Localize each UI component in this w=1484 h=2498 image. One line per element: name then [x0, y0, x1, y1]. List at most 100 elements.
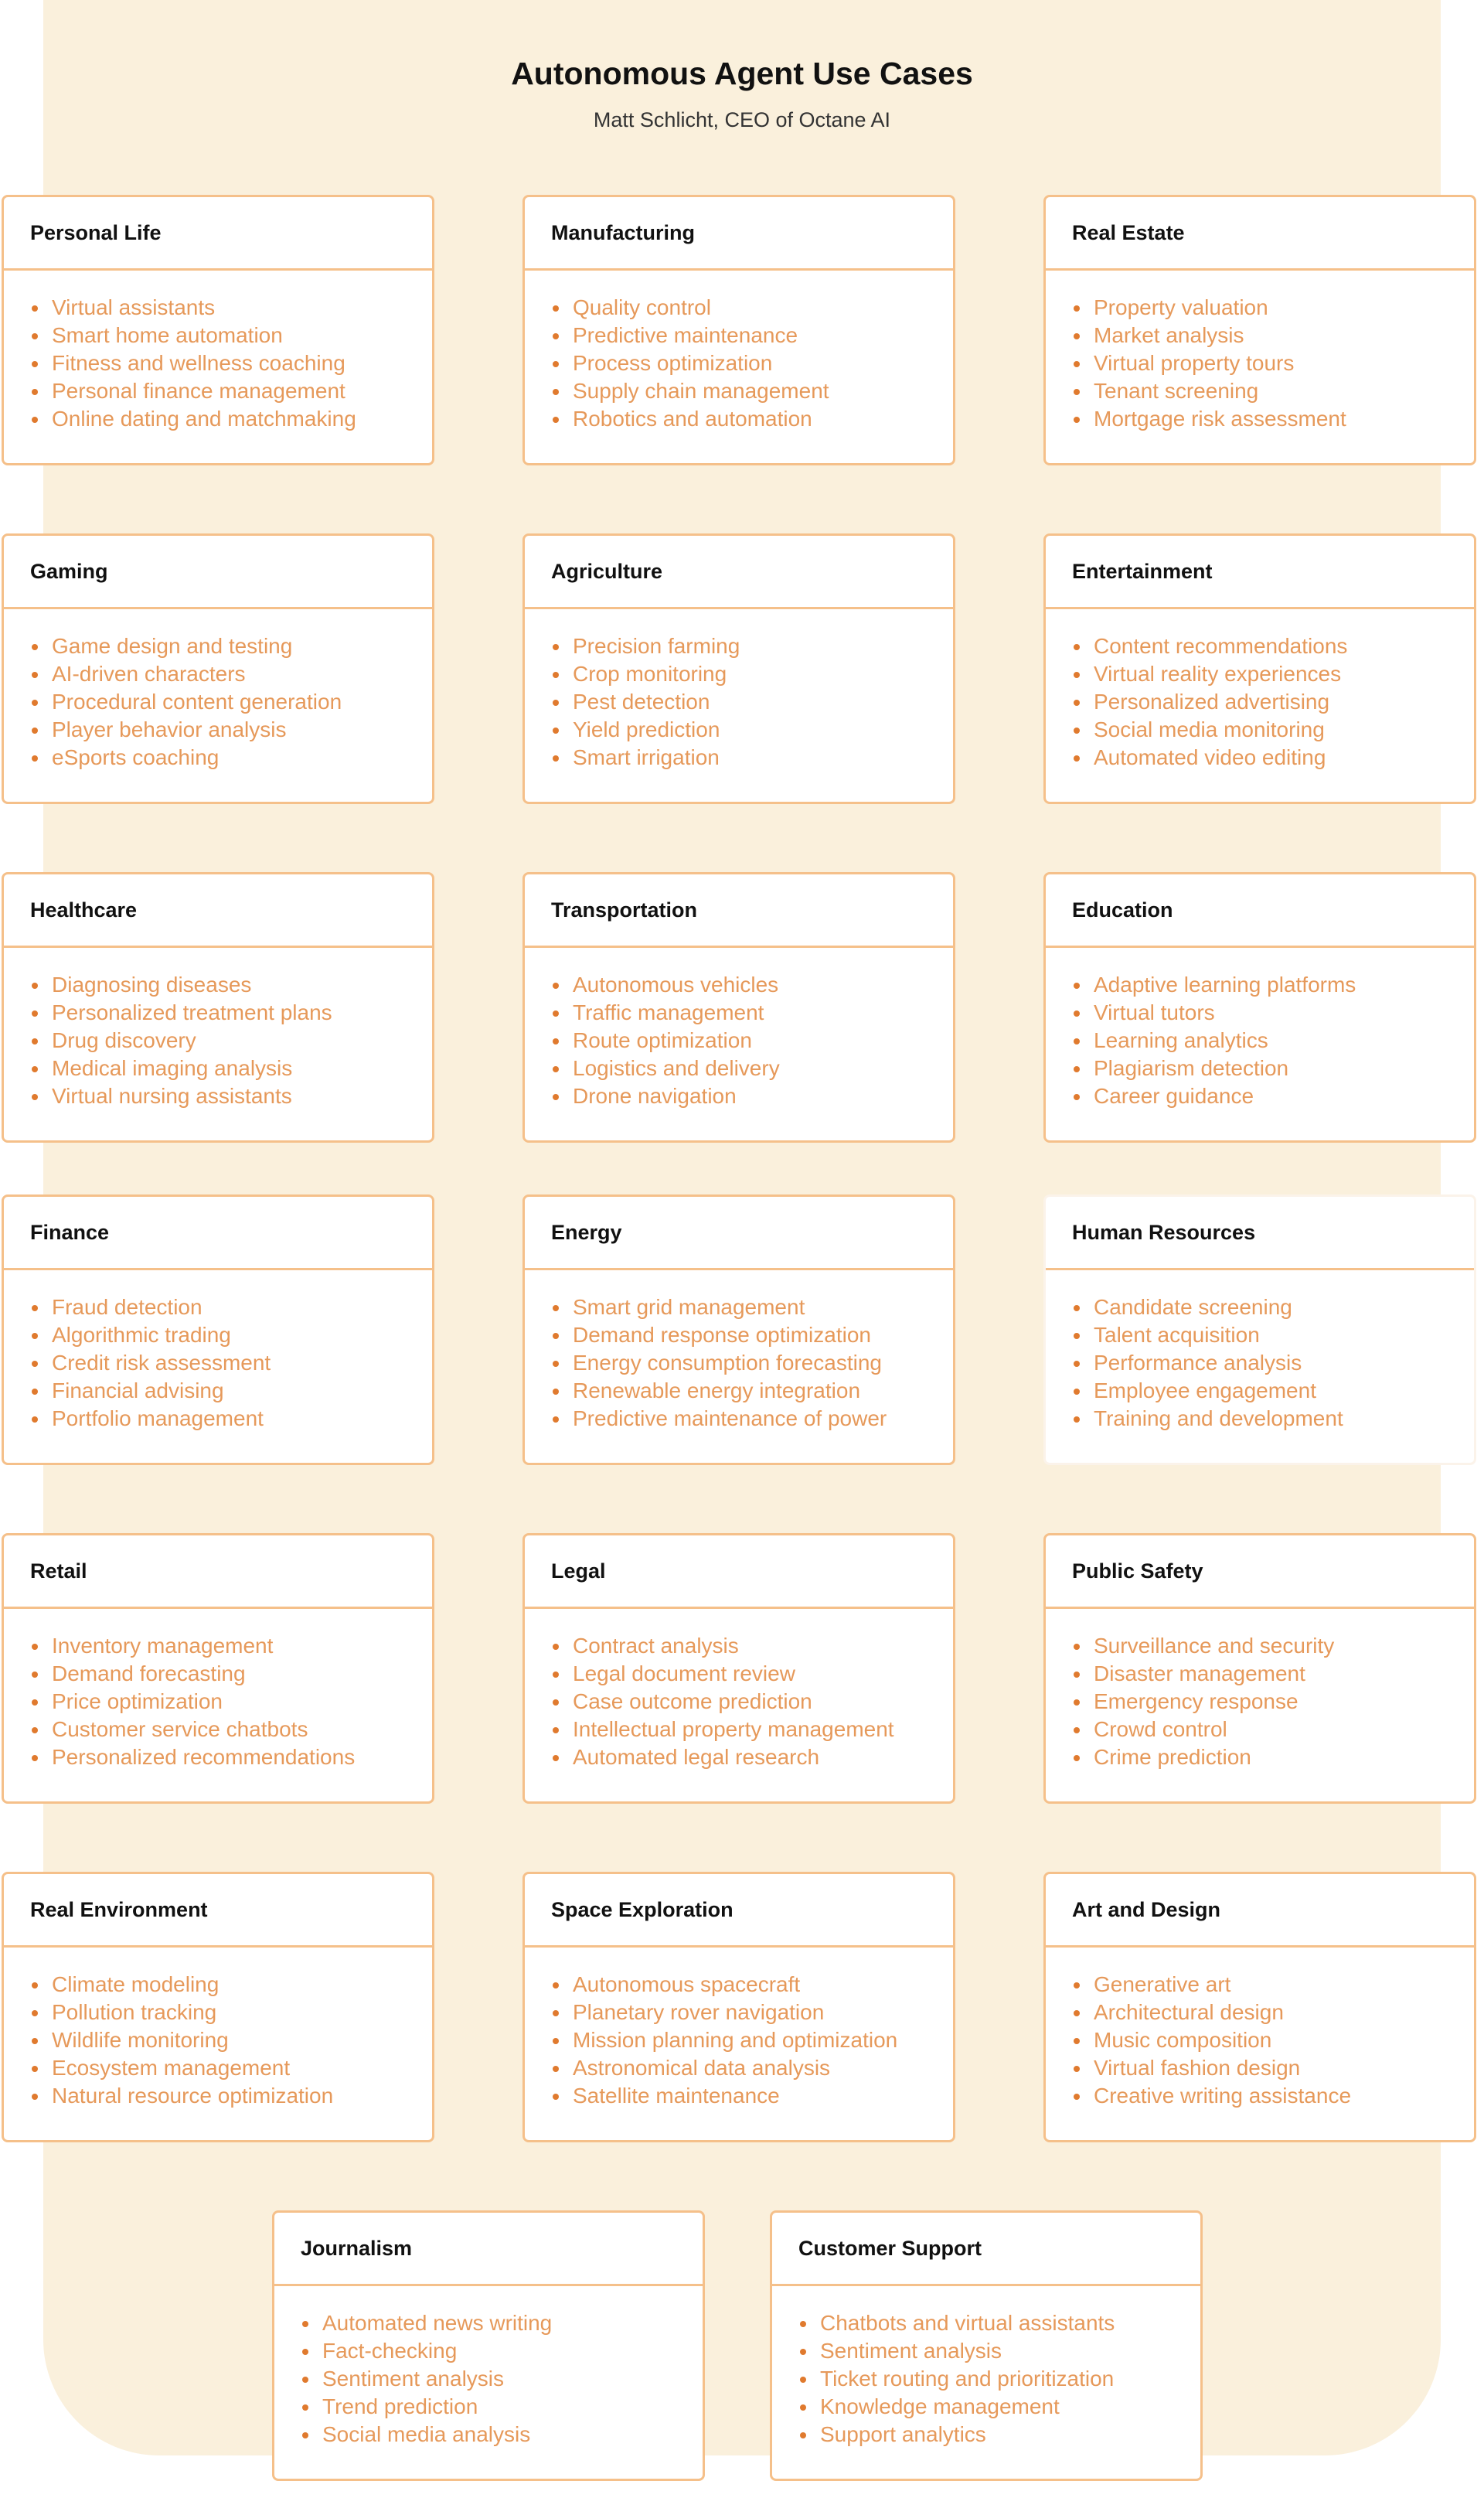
card-personal-life: Personal Life Virtual assistants Smart hom…	[2, 195, 434, 465]
card-body: Candidate screening Talent acquisition Per…	[1046, 1270, 1474, 1433]
list-item: Procedural content generation	[30, 688, 432, 716]
page-subtitle: Matt Schlicht, CEO of Octane AI	[593, 108, 891, 131]
list-item: Career guidance	[1072, 1082, 1474, 1110]
list-item: Smart grid management	[551, 1293, 953, 1321]
use-case-list: Inventory management Demand forecasting Pr…	[30, 1632, 432, 1771]
list-item: Case outcome prediction	[551, 1688, 953, 1716]
card-title: Gaming	[4, 536, 432, 609]
use-case-list: Content recommendations Virtual reality e…	[1072, 632, 1474, 772]
card-healthcare: Healthcare Diagnosing diseases Personalize…	[2, 872, 434, 1143]
card-body: Surveillance and security Disaster manage…	[1046, 1609, 1474, 1771]
list-item: Chatbots and virtual assistants	[798, 2309, 1200, 2337]
page-title: Autonomous Agent Use Cases	[511, 56, 973, 91]
use-case-list: Candidate screening Talent acquisition Per…	[1072, 1293, 1474, 1433]
card-manufacturing: Manufacturing Quality control Predictive m…	[522, 195, 955, 465]
card-real-environment: Real Environment Climate modeling Pollutio…	[2, 1872, 434, 2142]
list-item: Precision farming	[551, 632, 953, 660]
list-item: Property valuation	[1072, 294, 1474, 322]
card-title: Legal	[525, 1535, 953, 1609]
use-case-list: Smart grid management Demand response opt…	[551, 1293, 953, 1433]
list-item: Yield prediction	[551, 716, 953, 744]
card-customer-support: Customer Support Chatbots and virtual ass…	[770, 2210, 1203, 2481]
list-item: Process optimization	[551, 349, 953, 377]
card-real-estate: Real Estate Property valuation Market anal…	[1043, 195, 1476, 465]
list-item: AI-driven characters	[30, 660, 432, 688]
card-title: Education	[1046, 874, 1474, 948]
list-item: Diagnosing diseases	[30, 971, 432, 999]
list-item: Fitness and wellness coaching	[30, 349, 432, 377]
card-body: Contract analysis Legal document review Ca…	[525, 1609, 953, 1771]
card-title: Real Environment	[4, 1874, 432, 1948]
card-finance: Finance Fraud detection Algorithmic tradin…	[2, 1194, 434, 1465]
list-item: Energy consumption forecasting	[551, 1349, 953, 1377]
list-item: Training and development	[1072, 1405, 1474, 1433]
list-item: Renewable energy integration	[551, 1377, 953, 1405]
list-item: Smart irrigation	[551, 744, 953, 772]
list-item: Credit risk assessment	[30, 1349, 432, 1377]
card-title: Customer Support	[772, 2213, 1200, 2286]
list-item: Knowledge management	[798, 2393, 1200, 2421]
use-case-list: Contract analysis Legal document review Ca…	[551, 1632, 953, 1771]
card-agriculture: Agriculture Precision farming Crop monitor…	[522, 533, 955, 804]
list-item: Demand forecasting	[30, 1660, 432, 1688]
card-title: Retail	[4, 1535, 432, 1609]
list-item: Traffic management	[551, 999, 953, 1027]
list-item: Architectural design	[1072, 1999, 1474, 2026]
use-case-list: Surveillance and security Disaster manage…	[1072, 1632, 1474, 1771]
list-item: Drug discovery	[30, 1027, 432, 1055]
card-body: Chatbots and virtual assistants Sentiment…	[772, 2286, 1200, 2449]
list-item: Inventory management	[30, 1632, 432, 1660]
card-body: Autonomous vehicles Traffic management Rou…	[525, 948, 953, 1110]
list-item: Astronomical data analysis	[551, 2054, 953, 2082]
list-item: Virtual property tours	[1072, 349, 1474, 377]
list-item: Ticket routing and prioritization	[798, 2365, 1200, 2393]
list-item: Fraud detection	[30, 1293, 432, 1321]
card-body: Virtual assistants Smart home automation F…	[4, 271, 432, 433]
list-item: Virtual reality experiences	[1072, 660, 1474, 688]
card-legal: Legal Contract analysis Legal document rev…	[522, 1533, 955, 1804]
card-title: Energy	[525, 1197, 953, 1270]
list-item: Autonomous vehicles	[551, 971, 953, 999]
use-case-list: Diagnosing diseases Personalized treatmen…	[30, 971, 432, 1110]
card-title: Healthcare	[4, 874, 432, 948]
card-body: Fraud detection Algorithmic trading Credit…	[4, 1270, 432, 1433]
list-item: Disaster management	[1072, 1660, 1474, 1688]
list-item: Mortgage risk assessment	[1072, 405, 1474, 433]
list-item: Creative writing assistance	[1072, 2082, 1474, 2110]
list-item: Support analytics	[798, 2421, 1200, 2449]
list-item: Route optimization	[551, 1027, 953, 1055]
card-body: Game design and testing AI-driven charact…	[4, 609, 432, 772]
use-case-list: Property valuation Market analysis Virtual…	[1072, 294, 1474, 433]
list-item: Virtual nursing assistants	[30, 1082, 432, 1110]
card-space-exploration: Space Exploration Autonomous spacecraft Pl…	[522, 1872, 955, 2142]
list-item: Social media monitoring	[1072, 716, 1474, 744]
list-item: Candidate screening	[1072, 1293, 1474, 1321]
card-retail: Retail Inventory management Demand forecas…	[2, 1533, 434, 1804]
list-item: Ecosystem management	[30, 2054, 432, 2082]
use-case-list: Climate modeling Pollution tracking Wildli…	[30, 1971, 432, 2110]
list-item: Crime prediction	[1072, 1743, 1474, 1771]
card-title: Transportation	[525, 874, 953, 948]
card-title: Public Safety	[1046, 1535, 1474, 1609]
use-case-list: Virtual assistants Smart home automation F…	[30, 294, 432, 433]
card-human-resources: Human Resources Candidate screening Talent…	[1043, 1194, 1476, 1465]
list-item: Satellite maintenance	[551, 2082, 953, 2110]
card-art-and-design: Art and Design Generative art Architectura…	[1043, 1872, 1476, 2142]
list-item: Personalized recommendations	[30, 1743, 432, 1771]
list-item: Climate modeling	[30, 1971, 432, 1999]
list-item: Music composition	[1072, 2026, 1474, 2054]
card-gaming: Gaming Game design and testing AI-driven c…	[2, 533, 434, 804]
list-item: Social media analysis	[301, 2421, 703, 2449]
list-item: Quality control	[551, 294, 953, 322]
card-title: Human Resources	[1046, 1197, 1474, 1270]
list-item: Crop monitoring	[551, 660, 953, 688]
list-item: Performance analysis	[1072, 1349, 1474, 1377]
list-item: eSports coaching	[30, 744, 432, 772]
list-item: Tenant screening	[1072, 377, 1474, 405]
list-item: Mission planning and optimization	[551, 2026, 953, 2054]
use-case-list: Automated news writing Fact-checking Senti…	[301, 2309, 703, 2449]
card-body: Automated news writing Fact-checking Senti…	[274, 2286, 703, 2449]
list-item: Drone navigation	[551, 1082, 953, 1110]
card-title: Art and Design	[1046, 1874, 1474, 1948]
card-body: Property valuation Market analysis Virtual…	[1046, 271, 1474, 433]
